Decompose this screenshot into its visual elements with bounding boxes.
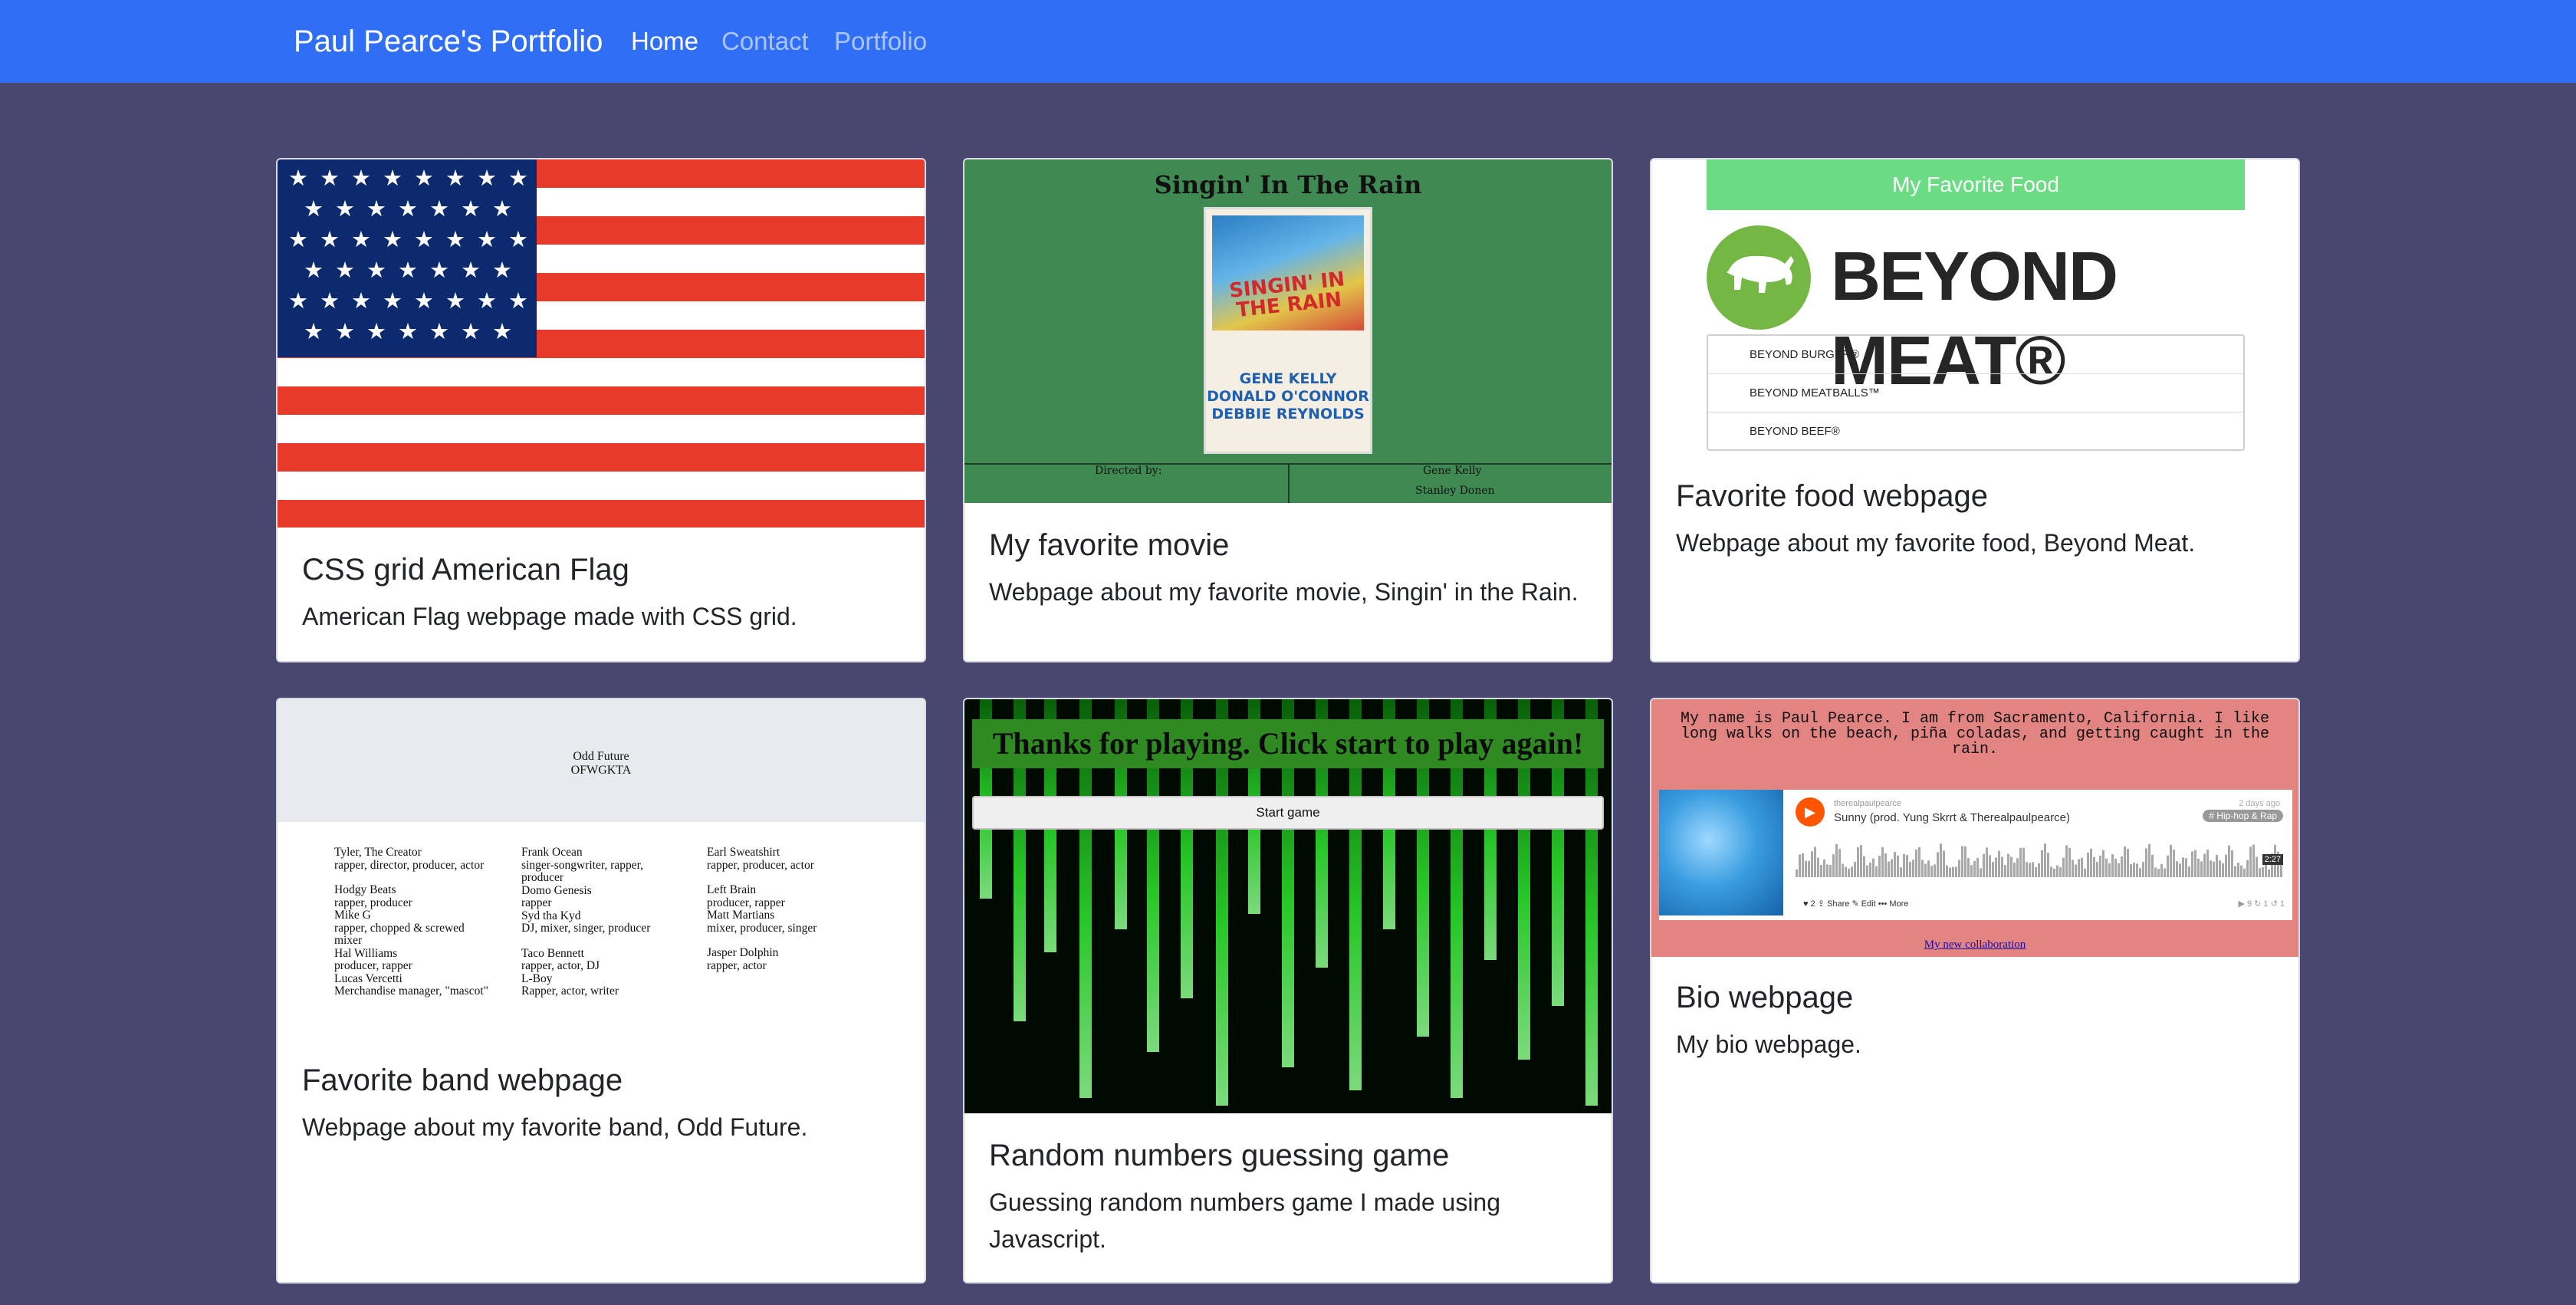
band-name: Odd Future [573,750,629,763]
food-list-item: BEYOND BEEF® [1750,425,1840,438]
nav-portfolio[interactable]: Portfolio [834,25,927,58]
navbar: Paul Pearce's Portfolio Home Contact Por… [0,0,2576,83]
band-column-2: Frank Ocean singer-songwriter, rapper, p… [521,846,651,998]
card-food-thumbnail[interactable]: My Favorite Food BEYOND MEAT® BEYOND BUR… [1651,159,2298,454]
bio-intro: My name is Paul Pearce. I am from Sacram… [1680,710,2270,758]
card-movie[interactable]: Singin' In The Rain SINGIN' IN THE RAIN … [963,158,1613,662]
card-title: My favorite movie [989,528,1230,562]
card-text: American Flag webpage made with CSS grid… [302,603,797,630]
card-title: CSS grid American Flag [302,553,629,587]
nav-contact[interactable]: Contact [721,25,809,58]
directors-table: Directed by: Gene Kelly Stanley Donen [964,463,1612,503]
waveform[interactable] [1796,837,2283,877]
director-2: Stanley Donen [1415,485,1495,497]
band-column-3: Earl Sweatshirt rapper, producer, actor … [707,846,817,972]
movie-poster-image: SINGIN' IN THE RAIN GENE KELLY DONALD O'… [1204,207,1372,454]
american-flag-image: ★ ★ ★ ★ ★ ★ ★ ★ ★ ★ ★ ★ ★ ★ ★ ★ ★ ★ ★ ★ ★ ★ ★ ★ ★ ★ ★ ★ ★ ★ ★ ★ ★ ★ ★ ★… [278,159,925,528]
movie-page-preview: Singin' In The Rain SINGIN' IN THE RAIN … [964,159,1612,503]
card-title: Favorite food webpage [1676,479,1988,513]
track-title[interactable]: Sunny (prod. Yung Skrrt & Therealpaulpea… [1834,811,2070,824]
collaboration-link[interactable]: My new collaboration [1651,938,2298,952]
flag-union: ★ ★ ★ ★ ★ ★ ★ ★ ★ ★ ★ ★ ★ ★ ★ ★ ★ ★ ★ ★ ★ ★ ★ ★ ★ ★ ★ ★ ★ ★ ★ ★ ★ ★ ★ ★… [278,159,537,357]
card-title: Favorite band webpage [302,1063,623,1097]
player-actions[interactable]: ♥ 2 ⇪ Share ✎ Edit ••• More [1803,899,1908,909]
band-header: Odd Future OFWGKTA [278,699,925,822]
card-bio[interactable]: My name is Paul Pearce. I am from Sacram… [1650,698,2300,1284]
card-text: Webpage about my favorite movie, Singin'… [989,578,1579,606]
card-text: Webpage about my favorite food, Beyond M… [1676,529,2196,557]
beyond-meat-logo-icon [1707,225,1811,330]
card-band-thumbnail[interactable]: Odd Future OFWGKTA Tyler, The Creator ra… [278,699,925,1015]
matrix-game-preview: Thanks for playing. Click start to play … [964,699,1612,1113]
card-game-thumbnail[interactable]: Thanks for playing. Click start to play … [964,699,1612,1113]
card-band[interactable]: Odd Future OFWGKTA Tyler, The Creator ra… [276,698,926,1284]
director-1: Gene Kelly [1423,465,1482,477]
food-banner: My Favorite Food [1707,159,2245,210]
food-list-item: BEYOND BURGER® [1708,336,2243,374]
movie-heading: Singin' In The Rain [1154,170,1422,199]
soundcloud-player: ▶ therealpaulpearce Sunny (prod. Yung Sk… [1659,790,2292,920]
poster-names: GENE KELLY DONALD O'CONNOR DEBBIE REYNOL… [1207,370,1369,422]
food-list-item: BEYOND MEATBALLS™ [1708,374,2243,413]
beyond-meat-page-preview: My Favorite Food BEYOND MEAT® BEYOND BUR… [1651,159,2298,454]
card-title: Random numbers guessing game [989,1139,1450,1172]
card-text: My bio webpage. [1676,1031,1861,1058]
card-bio-thumbnail[interactable]: My name is Paul Pearce. I am from Sacram… [1651,699,2298,957]
track-artwork [1659,790,1783,915]
game-message: Thanks for playing. Click start to play … [972,719,1604,768]
nav-home[interactable]: Home [631,25,698,58]
brand-link[interactable]: Paul Pearce's Portfolio [294,23,603,60]
track-date: 2 days ago [2239,799,2280,808]
track-duration: 2:27 [2262,854,2283,865]
genre-tag[interactable]: # Hip-hop & Rap [2203,810,2283,822]
card-flag[interactable]: ★ ★ ★ ★ ★ ★ ★ ★ ★ ★ ★ ★ ★ ★ ★ ★ ★ ★ ★ ★ ★ ★ ★ ★ ★ ★ ★ ★ ★ ★ ★ ★ ★ ★ ★ ★… [276,158,926,662]
directed-label: Directed by: [1095,465,1162,477]
card-flag-thumbnail[interactable]: ★ ★ ★ ★ ★ ★ ★ ★ ★ ★ ★ ★ ★ ★ ★ ★ ★ ★ ★ ★ ★ ★ ★ ★ ★ ★ ★ ★ ★ ★ ★ ★ ★ ★ ★ ★… [278,159,925,528]
odd-future-page-preview: Odd Future OFWGKTA Tyler, The Creator ra… [278,699,925,1015]
band-abbrev: OFWGKTA [570,764,632,777]
play-icon[interactable]: ▶ [1796,797,1825,827]
player-stats: ▶ 9 ↻ 1 ↺ 1 [2238,899,2285,909]
track-user[interactable]: therealpaulpearce [1834,799,1901,808]
start-game-button[interactable]: Start game [972,796,1604,830]
card-text: Guessing random numbers game I made usin… [989,1188,1501,1253]
card-movie-thumbnail[interactable]: Singin' In The Rain SINGIN' IN THE RAIN … [964,159,1612,503]
card-text: Webpage about my favorite band, Odd Futu… [302,1113,808,1141]
band-column-1: Tyler, The Creator rapper, director, pro… [334,846,488,998]
bio-page-preview: My name is Paul Pearce. I am from Sacram… [1651,699,2298,957]
food-list: BEYOND BURGER® BEYOND MEATBALLS™ BEYOND … [1707,334,2245,451]
card-game[interactable]: Thanks for playing. Click start to play … [963,698,1613,1284]
card-title: Bio webpage [1676,981,1854,1014]
card-food[interactable]: My Favorite Food BEYOND MEAT® BEYOND BUR… [1650,158,2300,662]
